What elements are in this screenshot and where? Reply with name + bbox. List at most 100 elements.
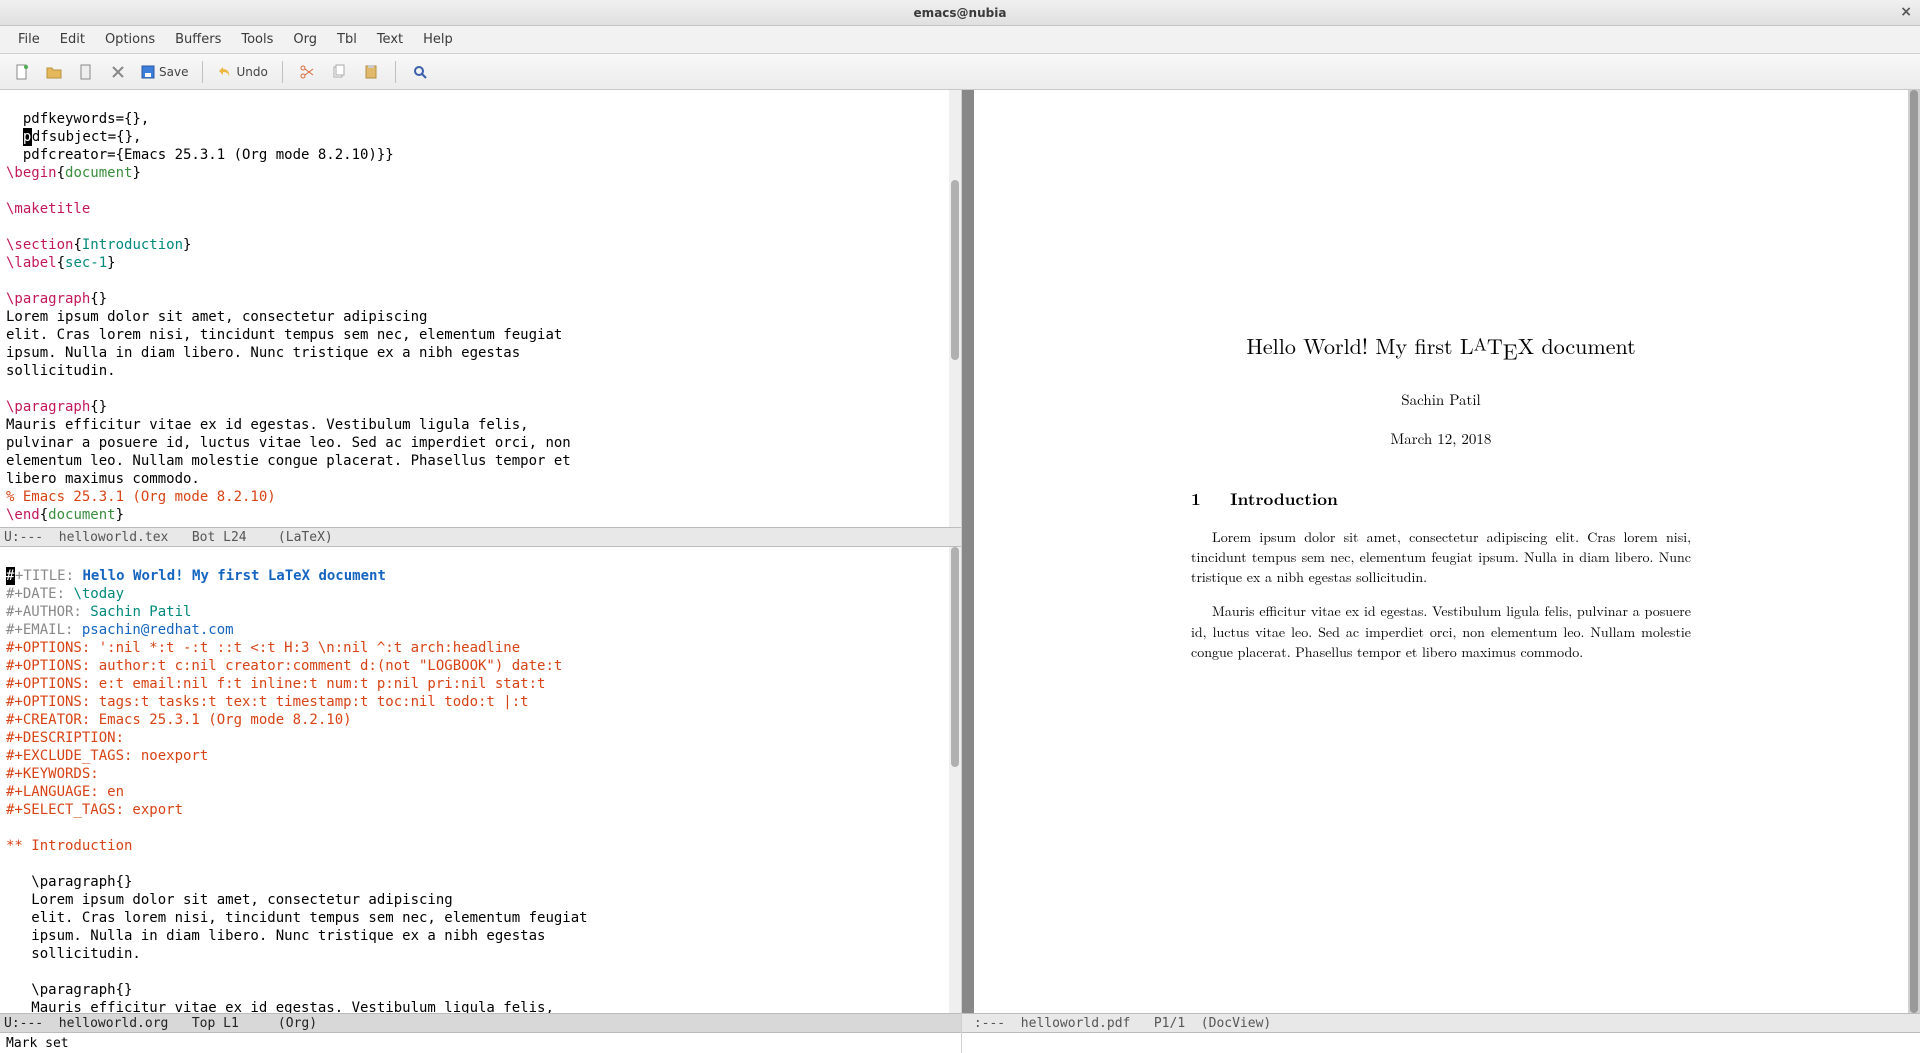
search-icon	[412, 64, 428, 80]
copy-button[interactable]	[325, 58, 353, 86]
code-line: Mauris efficitur vitae ex id egestas. Ve…	[6, 1000, 554, 1013]
clipboard-icon	[363, 64, 379, 80]
code-line: \end{document}	[6, 507, 124, 523]
minibuffer[interactable]: Mark set	[0, 1033, 961, 1053]
code-line: pdfkeywords={},	[6, 111, 149, 127]
scrollbar-thumb[interactable]	[1910, 90, 1918, 1013]
code-line: #+EXCLUDE_TAGS: noexport	[6, 748, 208, 764]
menu-tbl[interactable]: Tbl	[327, 28, 367, 51]
toolbar: Save Undo	[0, 54, 1920, 90]
pdf-title: Hello World! My first LATEX document	[1191, 330, 1691, 367]
code-line: pulvinar a posuere id, luctus vitae leo.…	[6, 435, 571, 451]
code-line: #+KEYWORDS:	[6, 766, 99, 782]
text-cursor: p	[23, 128, 32, 146]
folder-open-icon	[46, 64, 62, 80]
window-titlebar: emacs@nubia ×	[0, 0, 1920, 26]
code-line: \maketitle	[6, 201, 90, 217]
scrollbar-thumb[interactable]	[951, 180, 959, 360]
code-line: Lorem ipsum dolor sit amet, consectetur …	[6, 892, 453, 908]
pdf-section-heading: 1 Introduction	[1191, 487, 1691, 511]
tex-buffer[interactable]: pdfkeywords={}, pdfsubject={}, pdfcreato…	[0, 90, 961, 527]
code-line: elit. Cras lorem nisi, tincidunt tempus …	[6, 910, 588, 926]
document-icon	[78, 64, 94, 80]
menu-bar[interactable]: File Edit Options Buffers Tools Org Tbl …	[0, 26, 1920, 54]
undo-label: Undo	[236, 65, 267, 79]
menu-options[interactable]: Options	[95, 28, 165, 51]
toolbar-separator	[282, 61, 283, 83]
menu-org[interactable]: Org	[283, 28, 327, 51]
code-line: #+TITLE: Hello World! My first LaTeX doc…	[6, 568, 386, 584]
text-cursor: #	[6, 567, 15, 585]
code-line: #+OPTIONS: ':nil *:t -:t ::t <:t H:3 \n:…	[6, 640, 520, 656]
code-line: libero maximus commodo.	[6, 471, 200, 487]
undo-icon	[217, 64, 233, 80]
menu-file[interactable]: File	[8, 28, 50, 51]
open-file-button[interactable]	[40, 58, 68, 86]
code-line: #+AUTHOR: Sachin Patil	[6, 604, 191, 620]
code-line: #+OPTIONS: author:t c:nil creator:commen…	[6, 658, 562, 674]
close-icon	[110, 64, 126, 80]
code-line: #+OPTIONS: e:t email:nil f:t inline:t nu…	[6, 676, 545, 692]
menu-buffers[interactable]: Buffers	[165, 28, 231, 51]
code-line: pdfsubject={},	[6, 129, 141, 145]
undo-button[interactable]: Undo	[213, 58, 271, 86]
code-line: Mauris efficitur vitae ex id egestas. Ve…	[6, 417, 529, 433]
menu-help[interactable]: Help	[413, 28, 463, 51]
code-line: \paragraph{}	[6, 291, 107, 307]
code-line: sollicitudin.	[6, 946, 141, 962]
scrollbar[interactable]	[949, 90, 961, 527]
code-line: ipsum. Nulla in diam libero. Nunc tristi…	[6, 345, 520, 361]
pdf-page: Hello World! My first LATEX document Sac…	[974, 90, 1908, 1013]
code-line: elit. Cras lorem nisi, tincidunt tempus …	[6, 327, 562, 343]
menu-text[interactable]: Text	[367, 28, 413, 51]
code-line: elementum leo. Nullam molestie congue pl…	[6, 453, 571, 469]
code-line: \paragraph{}	[6, 982, 132, 998]
code-line: % Emacs 25.3.1 (Org mode 8.2.10)	[6, 489, 276, 505]
code-line: #+LANGUAGE: en	[6, 784, 124, 800]
pdf-paragraph: Mauris efficitur vitae ex id egestas. Ve…	[1191, 601, 1691, 662]
search-button[interactable]	[406, 58, 434, 86]
toolbar-separator	[202, 61, 203, 83]
scrollbar-thumb[interactable]	[951, 547, 959, 767]
code-line: #+CREATOR: Emacs 25.3.1 (Org mode 8.2.10…	[6, 712, 352, 728]
close-button[interactable]	[104, 58, 132, 86]
code-line: sollicitudin.	[6, 363, 116, 379]
workspace: pdfkeywords={}, pdfsubject={}, pdfcreato…	[0, 90, 1920, 1053]
copy-icon	[331, 64, 347, 80]
scrollbar[interactable]	[1908, 90, 1920, 1013]
window-title: emacs@nubia	[914, 6, 1007, 20]
new-file-button[interactable]	[8, 58, 36, 86]
code-line: \paragraph{}	[6, 874, 132, 890]
code-line: pdfcreator={Emacs 25.3.1 (Org mode 8.2.1…	[6, 147, 394, 163]
code-line: #+EMAIL: psachin@redhat.com	[6, 622, 234, 638]
pdf-author: Sachin Patil	[1191, 389, 1691, 410]
pdf-date: March 12, 2018	[1191, 428, 1691, 449]
pdf-viewport[interactable]: Hello World! My first LATEX document Sac…	[962, 90, 1920, 1013]
code-line: ipsum. Nulla in diam libero. Nunc tristi…	[6, 928, 545, 944]
window-close-button[interactable]: ×	[1900, 4, 1912, 20]
org-modeline[interactable]: U:--- helloworld.org Top L1 (Org)	[0, 1013, 961, 1033]
code-line: \label{sec-1}	[6, 255, 116, 271]
save-icon	[140, 64, 156, 80]
code-line: \paragraph{}	[6, 399, 107, 415]
scrollbar[interactable]	[949, 547, 961, 1013]
tex-modeline[interactable]: U:--- helloworld.tex Bot L24 (LaTeX)	[0, 527, 961, 547]
pdf-paragraph: Lorem ipsum dolor sit amet, consectetur …	[1191, 527, 1691, 588]
scissors-icon	[299, 64, 315, 80]
code-line: #+DATE: \today	[6, 586, 124, 602]
code-line: \begin{document}	[6, 165, 141, 181]
right-column: Hello World! My first LATEX document Sac…	[962, 90, 1920, 1053]
code-line: #+SELECT_TAGS: export	[6, 802, 183, 818]
menu-tools[interactable]: Tools	[231, 28, 283, 51]
pdf-modeline[interactable]: :--- helloworld.pdf P1/1 (DocView)	[962, 1013, 1920, 1033]
left-column: pdfkeywords={}, pdfsubject={}, pdfcreato…	[0, 90, 962, 1053]
kill-buffer-button[interactable]	[72, 58, 100, 86]
code-line: #+DESCRIPTION:	[6, 730, 124, 746]
cut-button[interactable]	[293, 58, 321, 86]
code-line: Lorem ipsum dolor sit amet, consectetur …	[6, 309, 427, 325]
menu-edit[interactable]: Edit	[50, 28, 95, 51]
paste-button[interactable]	[357, 58, 385, 86]
toolbar-separator	[395, 61, 396, 83]
org-buffer[interactable]: #+TITLE: Hello World! My first LaTeX doc…	[0, 547, 961, 1013]
save-button[interactable]: Save	[136, 58, 192, 86]
